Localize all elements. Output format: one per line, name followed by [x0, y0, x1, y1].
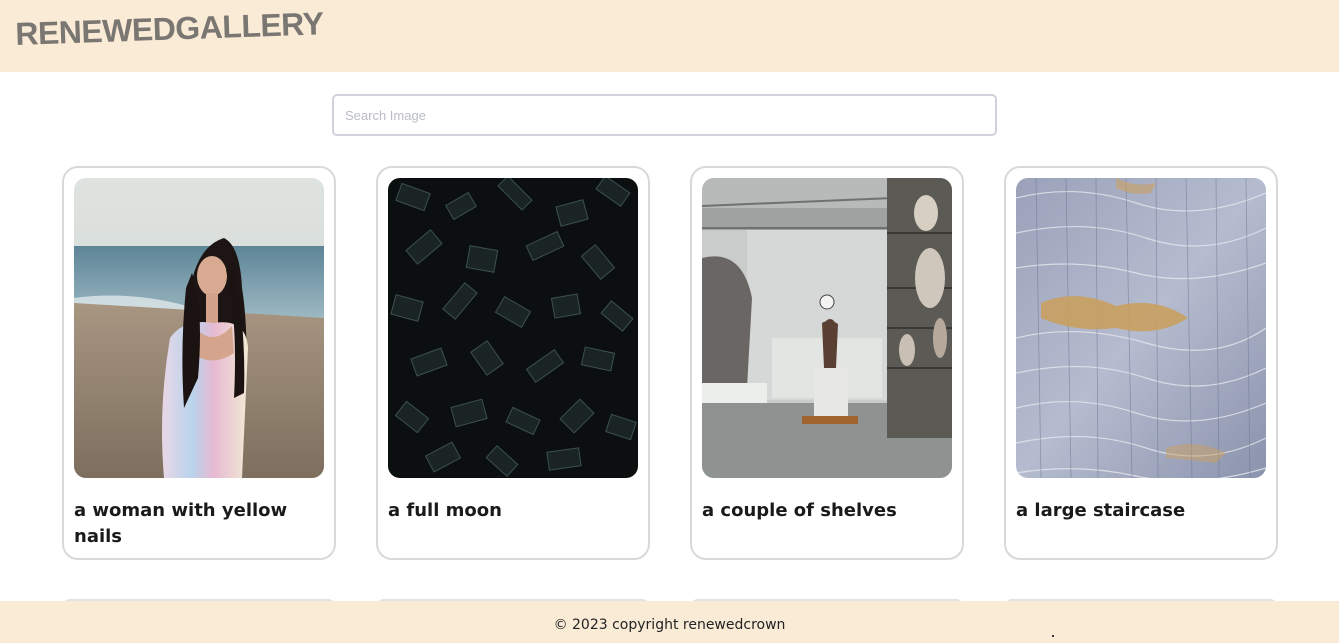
- card-image[interactable]: [388, 178, 638, 478]
- card-image[interactable]: [702, 178, 952, 478]
- aerial-textured-landscape-photo: [1016, 178, 1266, 478]
- card-caption: a large staircase: [1016, 500, 1186, 521]
- woman-on-beach-photo: [74, 178, 324, 478]
- gallery-card[interactable]: a full moon: [376, 166, 650, 560]
- card-caption: a woman with yellow nails: [74, 500, 288, 547]
- dark-glass-shards-photo: [388, 178, 638, 478]
- site-header: RENEWEDGALLERY: [0, 0, 1339, 72]
- copyright-text: © 2023 copyright renewedcrown: [553, 617, 786, 633]
- card-image[interactable]: [1016, 178, 1266, 478]
- site-logo[interactable]: RENEWEDGALLERY: [15, 5, 324, 53]
- card-caption: a full moon: [388, 500, 502, 521]
- search-input[interactable]: [332, 94, 997, 136]
- site-footer: © 2023 copyright renewedcrown: [0, 601, 1339, 643]
- card-caption: a couple of shelves: [702, 500, 897, 521]
- gallery-card[interactable]: a large staircase: [1004, 166, 1278, 560]
- card-image[interactable]: [74, 178, 324, 478]
- gallery-card[interactable]: a woman with yellow nails: [62, 166, 336, 560]
- sculpture-studio-photo: [702, 178, 952, 478]
- gallery-card[interactable]: a couple of shelves: [690, 166, 964, 560]
- decorative-dot: [1052, 635, 1054, 637]
